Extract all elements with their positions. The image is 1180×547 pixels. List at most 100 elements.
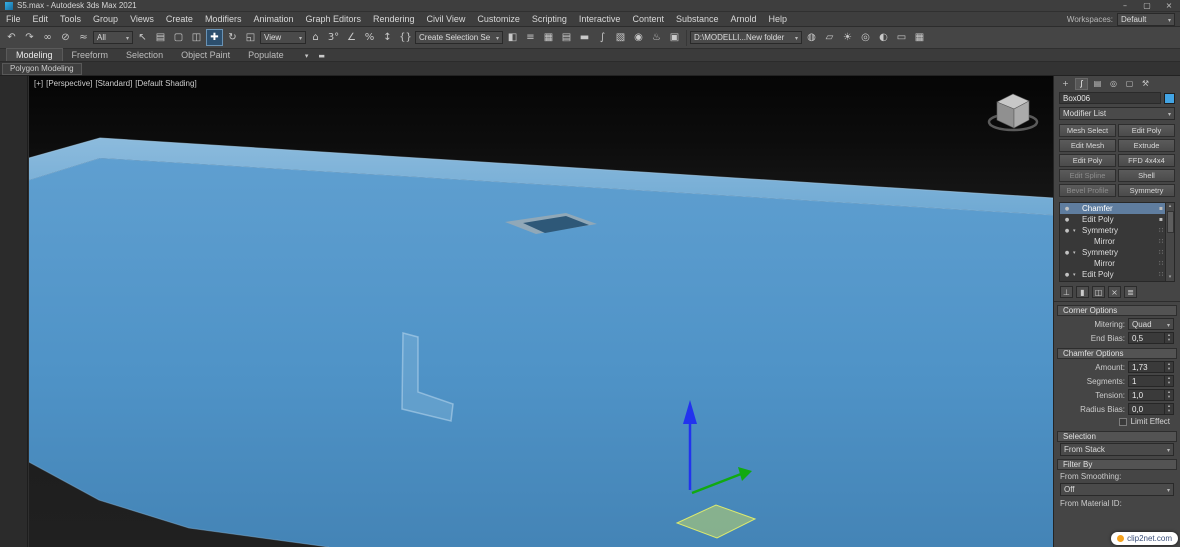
- undo-icon[interactable]: ↶: [3, 29, 20, 46]
- select-and-move-icon[interactable]: ✚: [206, 29, 223, 46]
- ribbon-tab[interactable]: Populate: [239, 49, 293, 61]
- expand-arrow-icon[interactable]: ▾: [1073, 272, 1080, 278]
- ribbon-tab[interactable]: Object Paint: [172, 49, 239, 61]
- numeric-field[interactable]: 1: [1128, 375, 1174, 387]
- modifier-button[interactable]: Edit Poly: [1059, 154, 1116, 167]
- select-and-link-icon[interactable]: ∞: [39, 29, 56, 46]
- ribbon-options-icon[interactable]: ▬: [316, 50, 328, 61]
- modifier-button[interactable]: Extrude: [1118, 139, 1175, 152]
- stack-row[interactable]: Mirror ∷: [1060, 258, 1165, 269]
- menu-item[interactable]: Graph Editors: [299, 14, 367, 24]
- selection-source-dropdown[interactable]: From Stack: [1060, 443, 1174, 456]
- viewport-canvas[interactable]: [29, 76, 1053, 547]
- minimize-button[interactable]: –: [1119, 1, 1131, 10]
- layer-explorer-icon[interactable]: ▤: [558, 29, 575, 46]
- configure-modifier-sets-icon[interactable]: ≣: [1124, 286, 1137, 298]
- modifier-button[interactable]: Shell: [1118, 169, 1175, 182]
- motion-tab-icon[interactable]: ◎: [1107, 78, 1120, 90]
- expand-arrow-icon[interactable]: ▾: [1073, 228, 1080, 234]
- selection-rollout[interactable]: Selection: [1057, 431, 1177, 442]
- select-object-icon[interactable]: ↖: [134, 29, 151, 46]
- stack-row[interactable]: ● ▾ Symmetry ∷: [1060, 225, 1165, 236]
- render-region-icon[interactable]: ▭: [893, 29, 910, 46]
- select-and-scale-icon[interactable]: ◱: [242, 29, 259, 46]
- viewport-renderer-menu[interactable]: [Standard]: [95, 79, 132, 88]
- menu-item[interactable]: Rendering: [367, 14, 421, 24]
- polygon-modeling-panel-tab[interactable]: Polygon Modeling: [2, 62, 82, 75]
- angle-snap-icon[interactable]: ∠: [343, 29, 360, 46]
- numeric-field[interactable]: 1,73: [1128, 361, 1174, 373]
- filter-by-rollout[interactable]: Filter By: [1057, 459, 1177, 470]
- view-cube[interactable]: [987, 93, 1039, 132]
- modifier-button[interactable]: Mesh Select: [1059, 124, 1116, 137]
- scroll-down-icon[interactable]: [1169, 274, 1172, 281]
- utilities-tab-icon[interactable]: ⚒: [1139, 78, 1152, 90]
- menu-item[interactable]: Civil View: [421, 14, 472, 24]
- ribbon-toggle-icon[interactable]: ▬: [576, 29, 593, 46]
- lights-icon[interactable]: ☀: [839, 29, 856, 46]
- percent-snap-icon[interactable]: %: [361, 29, 378, 46]
- stack-row[interactable]: ● Edit Poly ▪: [1060, 214, 1165, 225]
- scroll-thumb[interactable]: [1166, 211, 1174, 233]
- pin-stack-icon[interactable]: ⊥: [1060, 286, 1073, 298]
- menu-item[interactable]: Substance: [670, 14, 725, 24]
- spinner-control[interactable]: [1164, 362, 1173, 372]
- snaps-toggle-icon[interactable]: 3°: [325, 29, 342, 46]
- visibility-bulb-icon[interactable]: ●: [1063, 206, 1071, 212]
- limit-effect-checkbox[interactable]: [1118, 417, 1127, 426]
- menu-item[interactable]: Content: [626, 14, 670, 24]
- visibility-bulb-icon[interactable]: ●: [1063, 250, 1071, 256]
- rendered-frame-icon[interactable]: ▣: [666, 29, 683, 46]
- arnold-render-icon[interactable]: ◐: [875, 29, 892, 46]
- menu-item[interactable]: Group: [87, 14, 124, 24]
- maximize-button[interactable]: ▢: [1141, 1, 1153, 10]
- menu-item[interactable]: Create: [160, 14, 199, 24]
- spinner-control[interactable]: [1164, 404, 1173, 414]
- scroll-up-icon[interactable]: [1169, 203, 1172, 210]
- remove-modifier-icon[interactable]: ×: [1108, 286, 1121, 298]
- visibility-bulb-icon[interactable]: ●: [1063, 228, 1071, 234]
- display-tab-icon[interactable]: ▢: [1123, 78, 1136, 90]
- menu-item[interactable]: Views: [124, 14, 160, 24]
- viewport-pov-menu[interactable]: [Perspective]: [46, 79, 92, 88]
- scene-explorer-icon[interactable]: ▦: [540, 29, 557, 46]
- stack-scrollbar[interactable]: [1165, 203, 1174, 281]
- menu-item[interactable]: Modifiers: [199, 14, 248, 24]
- chevron-down-icon[interactable]: ▾: [301, 50, 313, 61]
- selection-filter-dropdown[interactable]: All: [93, 31, 133, 44]
- schematic-view-icon[interactable]: ▧: [612, 29, 629, 46]
- spinner-snap-icon[interactable]: ↕: [379, 29, 396, 46]
- modifier-button[interactable]: Bevel Profile: [1059, 184, 1116, 197]
- create-tab-icon[interactable]: +: [1059, 78, 1072, 90]
- menu-item[interactable]: Interactive: [573, 14, 627, 24]
- modifier-button[interactable]: FFD 4x4x4: [1118, 154, 1175, 167]
- reference-coordinate-dropdown[interactable]: View: [260, 31, 306, 44]
- visibility-bulb-icon[interactable]: ●: [1063, 272, 1071, 278]
- numeric-field[interactable]: 0,0: [1128, 403, 1174, 415]
- ribbon-tab[interactable]: Freeform: [63, 49, 118, 61]
- stack-row[interactable]: ● ▾ Symmetry ∷: [1060, 247, 1165, 258]
- stack-row[interactable]: Mirror ∷: [1060, 236, 1165, 247]
- modifier-button[interactable]: Edit Spline: [1059, 169, 1116, 182]
- mirror-icon[interactable]: ◧: [504, 29, 521, 46]
- end-bias-field[interactable]: 0,5: [1128, 332, 1174, 344]
- show-end-result-icon[interactable]: ▮: [1076, 286, 1089, 298]
- hierarchy-tab-icon[interactable]: ▤: [1091, 78, 1104, 90]
- unlink-selection-icon[interactable]: ⊘: [57, 29, 74, 46]
- mitering-dropdown[interactable]: Quad: [1128, 318, 1174, 330]
- modifier-button[interactable]: Edit Poly: [1118, 124, 1175, 137]
- bind-to-space-warp-icon[interactable]: ≈: [75, 29, 92, 46]
- make-unique-icon[interactable]: ◫: [1092, 286, 1105, 298]
- curve-editor-icon[interactable]: ∫: [594, 29, 611, 46]
- chamfer-options-rollout[interactable]: Chamfer Options: [1057, 348, 1177, 359]
- from-smoothing-dropdown[interactable]: Off: [1060, 483, 1174, 496]
- render-production-icon[interactable]: ◍: [803, 29, 820, 46]
- select-by-name-icon[interactable]: ▤: [152, 29, 169, 46]
- project-folder-dropdown[interactable]: D:\MODELLI...New folder: [690, 31, 802, 44]
- spinner-control[interactable]: [1164, 333, 1173, 343]
- stack-row[interactable]: ● ▾ Edit Poly ∷: [1060, 269, 1165, 280]
- material-editor-icon[interactable]: ◉: [630, 29, 647, 46]
- viewport-general-menu[interactable]: [+]: [34, 79, 43, 88]
- box006-front-face[interactable]: [29, 158, 1053, 547]
- cameras-icon[interactable]: ◎: [857, 29, 874, 46]
